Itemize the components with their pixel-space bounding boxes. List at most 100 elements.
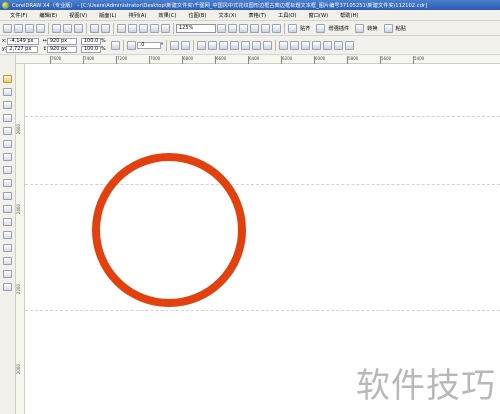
break-apart-icon[interactable] (322, 40, 332, 50)
menu-table[interactable]: 表格(T) (242, 12, 272, 19)
options-icon[interactable] (272, 23, 281, 33)
zoom-fit-icon[interactable] (250, 23, 259, 33)
import-icon[interactable] (128, 23, 137, 33)
width-value: 920 px (49, 38, 68, 44)
convert-button[interactable]: 转换 (354, 23, 379, 33)
text-tool-icon[interactable] (3, 205, 12, 213)
shape-tool-icon[interactable] (3, 88, 12, 96)
crop-tool-icon[interactable] (3, 101, 12, 109)
trim-icon[interactable] (207, 40, 217, 50)
copy-icon[interactable] (63, 23, 72, 33)
weld-icon[interactable] (196, 40, 206, 50)
menu-edit[interactable]: 编辑(E) (33, 12, 63, 19)
simplify-icon[interactable] (229, 40, 239, 50)
convert-icon (355, 23, 365, 33)
polygon-tool-icon[interactable] (3, 179, 12, 187)
scale-x-unit: % (100, 38, 106, 44)
menu-help[interactable]: 帮助(H) (334, 12, 364, 19)
zoom-in-icon[interactable] (217, 23, 226, 33)
outline-pen-icon[interactable] (344, 40, 354, 50)
circle-outline-shape[interactable] (92, 153, 246, 307)
v-ruler-tick: 2600 (16, 124, 21, 135)
menu-layout[interactable]: 版面(L) (93, 12, 122, 19)
menu-window[interactable]: 窗口(W) (303, 12, 335, 19)
basic-shapes-tool-icon[interactable] (3, 192, 12, 200)
menu-view[interactable]: 视图(V) (63, 12, 93, 19)
toolbar-separator (86, 22, 87, 34)
zoom-tool-icon[interactable] (3, 114, 12, 122)
cut-icon[interactable] (52, 23, 61, 33)
h-ruler-tick: 7400 (82, 56, 95, 64)
x-position-input[interactable]: -4,149 px (6, 37, 39, 45)
zoom-level-select[interactable]: 125% (176, 23, 216, 33)
rotate-icon[interactable] (126, 40, 136, 50)
zoom-selection-icon[interactable] (261, 23, 270, 33)
undo-icon[interactable] (90, 23, 99, 33)
h-ruler-tick: 7000 (148, 56, 161, 64)
rectangle-tool-icon[interactable] (3, 153, 12, 161)
group-icon[interactable] (289, 40, 299, 50)
new-document-icon[interactable] (3, 23, 12, 33)
menu-arrange[interactable]: 排列(A) (122, 12, 152, 19)
y-position-input[interactable]: 2,727 px (6, 45, 39, 53)
ungroup-icon[interactable] (300, 40, 310, 50)
scale-x-input[interactable]: 100.0 (80, 37, 101, 45)
menu-effects[interactable]: 效果(C) (152, 12, 182, 19)
application-launcher-icon[interactable] (150, 23, 159, 33)
zoom-page-icon[interactable] (239, 23, 248, 33)
eyedropper-tool-icon[interactable] (3, 244, 12, 252)
rotation-input[interactable]: .0 (136, 41, 161, 49)
toolbar-separator (284, 22, 285, 34)
interactive-fill-tool-icon[interactable] (3, 283, 12, 291)
convert-to-curves-icon[interactable] (333, 40, 343, 50)
front-minus-back-icon[interactable] (240, 40, 250, 50)
freehand-tool-icon[interactable] (3, 127, 12, 135)
mirror-horizontal-icon[interactable] (169, 40, 179, 50)
smart-fill-tool-icon[interactable] (3, 140, 12, 148)
menu-bar: 文件(F) 编辑(E) 视图(V) 版面(L) 排列(A) 效果(C) 位图(B… (0, 10, 500, 21)
align-icon[interactable] (278, 40, 288, 50)
menu-bitmaps[interactable]: 位图(B) (182, 12, 212, 19)
table-tool-icon[interactable] (3, 218, 12, 226)
save-icon[interactable] (25, 23, 34, 33)
zoom-out-icon[interactable] (228, 23, 237, 33)
plugin-button[interactable]: 增强插件 (315, 23, 351, 33)
v-ruler-tick: 2400 (16, 204, 21, 215)
paste-button[interactable]: 粘贴 (383, 23, 408, 33)
mirror-vertical-icon[interactable] (180, 40, 190, 50)
combine-icon[interactable] (311, 40, 321, 50)
snap-button[interactable]: 贴齐 (287, 23, 312, 33)
paste-icon[interactable] (74, 23, 83, 33)
export-icon[interactable] (139, 23, 148, 33)
standard-toolbar: 125% 贴齐 增强插件 转换 粘贴 (0, 21, 500, 36)
vertical-ruler[interactable]: 2600 2400 2200 2000 (16, 64, 25, 414)
height-input[interactable]: 920 px (46, 45, 77, 53)
menu-text[interactable]: 文本(X) (212, 12, 242, 19)
open-icon[interactable] (14, 23, 23, 33)
width-input[interactable]: 920 px (46, 37, 77, 45)
h-ruler-tick: 5800 (346, 56, 359, 64)
create-boundary-icon[interactable] (262, 40, 272, 50)
welcome-screen-icon[interactable] (161, 23, 170, 33)
menu-tools[interactable]: 工具(O) (272, 12, 303, 19)
lock-ratio-icon[interactable] (110, 40, 120, 50)
outline-tool-icon[interactable] (3, 257, 12, 265)
guideline (25, 310, 500, 311)
ellipse-tool-icon[interactable] (3, 166, 12, 174)
search-content-icon[interactable] (117, 23, 126, 33)
intersect-icon[interactable] (218, 40, 228, 50)
redo-icon[interactable] (101, 23, 110, 33)
print-icon[interactable] (36, 23, 45, 33)
h-ruler-tick: 6600 (214, 56, 227, 64)
interactive-blend-tool-icon[interactable] (3, 231, 12, 239)
pick-tool-icon[interactable] (3, 75, 12, 83)
horizontal-ruler[interactable]: 7600 7400 7200 7000 6800 6600 6400 6200 … (16, 55, 500, 64)
plugin-icon (316, 23, 326, 33)
position-fields: x: -4,149 px y: 2,727 px (2, 37, 39, 53)
back-minus-front-icon[interactable] (251, 40, 261, 50)
size-fields: ↔ 920 px ↕ 920 px (43, 37, 77, 53)
fill-tool-icon[interactable] (3, 270, 12, 278)
v-ruler-tick: 2200 (16, 284, 21, 295)
scale-y-input[interactable]: 100.0 (80, 45, 101, 53)
menu-file[interactable]: 文件(F) (4, 12, 33, 19)
